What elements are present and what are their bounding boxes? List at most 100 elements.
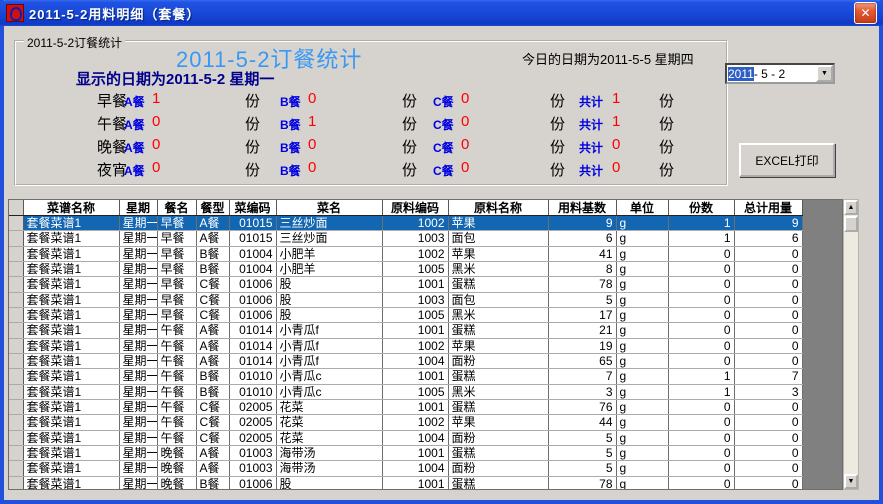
row-selector[interactable] (9, 307, 23, 322)
cell[interactable]: 套餐菜谱1 (23, 353, 119, 368)
cell[interactable]: 星期一 (119, 307, 157, 322)
cell[interactable]: 套餐菜谱1 (23, 231, 119, 246)
cell[interactable]: 三丝炒面 (276, 231, 382, 246)
cell[interactable]: 0 (734, 353, 802, 368)
cell[interactable]: 01006 (229, 277, 276, 292)
cell[interactable]: g (616, 307, 668, 322)
cell[interactable]: 黑米 (448, 384, 548, 399)
cell[interactable]: C餐 (196, 430, 229, 445)
table-row[interactable]: 套餐菜谱1星期一早餐C餐01006股1001蛋糕78g00 (9, 277, 843, 292)
cell[interactable]: g (616, 338, 668, 353)
table-row[interactable]: 套餐菜谱1星期一早餐A餐01015三丝炒面1002苹果9g19 (9, 216, 843, 231)
cell[interactable]: 小肥羊 (276, 246, 382, 261)
cell[interactable]: 02005 (229, 415, 276, 430)
table-row[interactable]: 套餐菜谱1星期一午餐A餐01014小青瓜f1002苹果19g00 (9, 338, 843, 353)
table-row[interactable]: 套餐菜谱1星期一午餐B餐01010小青瓜c1005黑米3g13 (9, 384, 843, 399)
cell[interactable]: 7 (734, 369, 802, 384)
cell[interactable]: g (616, 415, 668, 430)
cell[interactable]: 苹果 (448, 216, 548, 231)
cell[interactable]: g (616, 399, 668, 414)
cell[interactable]: 股 (276, 307, 382, 322)
cell[interactable]: 44 (548, 415, 616, 430)
row-selector[interactable] (9, 323, 23, 338)
column-header[interactable]: 原料编码 (382, 200, 448, 216)
cell[interactable]: 午餐 (157, 399, 196, 414)
cell[interactable]: 01004 (229, 246, 276, 261)
table-row[interactable]: 套餐菜谱1星期一午餐C餐02005花菜1001蛋糕76g00 (9, 399, 843, 414)
cell[interactable]: 0 (734, 246, 802, 261)
cell[interactable]: 面包 (448, 292, 548, 307)
row-selector[interactable] (9, 216, 23, 231)
cell[interactable]: 星期一 (119, 231, 157, 246)
cell[interactable]: 星期一 (119, 399, 157, 414)
cell[interactable]: B餐 (196, 476, 229, 490)
cell[interactable]: 晚餐 (157, 476, 196, 490)
column-header[interactable]: 餐名 (157, 200, 196, 216)
cell[interactable]: 晚餐 (157, 461, 196, 476)
cell[interactable]: 1005 (382, 261, 448, 276)
cell[interactable]: 小青瓜f (276, 323, 382, 338)
cell[interactable]: 苹果 (448, 338, 548, 353)
cell[interactable]: 19 (548, 338, 616, 353)
cell[interactable]: 星期一 (119, 323, 157, 338)
cell[interactable]: 面包 (448, 231, 548, 246)
cell[interactable]: 0 (668, 415, 734, 430)
cell[interactable]: 蛋糕 (448, 323, 548, 338)
cell[interactable]: 午餐 (157, 338, 196, 353)
cell[interactable]: 5 (548, 445, 616, 460)
cell[interactable]: 01014 (229, 323, 276, 338)
scroll-down-button[interactable]: ▼ (844, 474, 858, 489)
cell[interactable]: 早餐 (157, 277, 196, 292)
row-selector[interactable] (9, 445, 23, 460)
cell[interactable]: 星期一 (119, 353, 157, 368)
cell[interactable]: 星期一 (119, 369, 157, 384)
row-selector[interactable] (9, 261, 23, 276)
cell[interactable]: 6 (734, 231, 802, 246)
cell[interactable]: 1 (668, 231, 734, 246)
column-header[interactable]: 原料名称 (448, 200, 548, 216)
cell[interactable]: 星期一 (119, 445, 157, 460)
cell[interactable]: g (616, 430, 668, 445)
cell[interactable]: 78 (548, 277, 616, 292)
cell[interactable]: 5 (548, 461, 616, 476)
cell[interactable]: C餐 (196, 399, 229, 414)
cell[interactable]: 海带汤 (276, 461, 382, 476)
cell[interactable]: 面粉 (448, 353, 548, 368)
table-row[interactable]: 套餐菜谱1星期一午餐C餐02005花菜1004面粉5g00 (9, 430, 843, 445)
cell[interactable]: 1001 (382, 399, 448, 414)
cell[interactable]: 01003 (229, 445, 276, 460)
cell[interactable]: 晚餐 (157, 445, 196, 460)
cell[interactable]: g (616, 261, 668, 276)
cell[interactable]: 0 (668, 476, 734, 490)
cell[interactable]: g (616, 384, 668, 399)
cell[interactable]: 3 (548, 384, 616, 399)
table-row[interactable]: 套餐菜谱1星期一晚餐A餐01003海带汤1004面粉5g00 (9, 461, 843, 476)
cell[interactable]: 65 (548, 353, 616, 368)
table-row[interactable]: 套餐菜谱1星期一午餐C餐02005花菜1002苹果44g00 (9, 415, 843, 430)
cell[interactable]: 1 (668, 384, 734, 399)
cell[interactable]: 01015 (229, 216, 276, 231)
cell[interactable]: 6 (548, 231, 616, 246)
row-selector[interactable] (9, 461, 23, 476)
table-row[interactable]: 套餐菜谱1星期一早餐B餐01004小肥羊1005黑米8g00 (9, 261, 843, 276)
cell[interactable]: C餐 (196, 307, 229, 322)
cell[interactable]: C餐 (196, 292, 229, 307)
column-header[interactable]: 餐型 (196, 200, 229, 216)
cell[interactable]: 午餐 (157, 384, 196, 399)
cell[interactable]: 套餐菜谱1 (23, 261, 119, 276)
cell[interactable]: 海带汤 (276, 445, 382, 460)
cell[interactable]: 套餐菜谱1 (23, 476, 119, 490)
cell[interactable]: 0 (734, 430, 802, 445)
cell[interactable]: 0 (734, 461, 802, 476)
cell[interactable]: 0 (734, 445, 802, 460)
vertical-scrollbar[interactable]: ▲ ▼ (843, 199, 859, 490)
cell[interactable]: C餐 (196, 415, 229, 430)
cell[interactable]: 星期一 (119, 415, 157, 430)
cell[interactable]: 套餐菜谱1 (23, 323, 119, 338)
cell[interactable]: g (616, 445, 668, 460)
cell[interactable]: 蛋糕 (448, 369, 548, 384)
cell[interactable]: g (616, 277, 668, 292)
cell[interactable]: 78 (548, 476, 616, 490)
cell[interactable]: 苹果 (448, 246, 548, 261)
cell[interactable]: 套餐菜谱1 (23, 369, 119, 384)
